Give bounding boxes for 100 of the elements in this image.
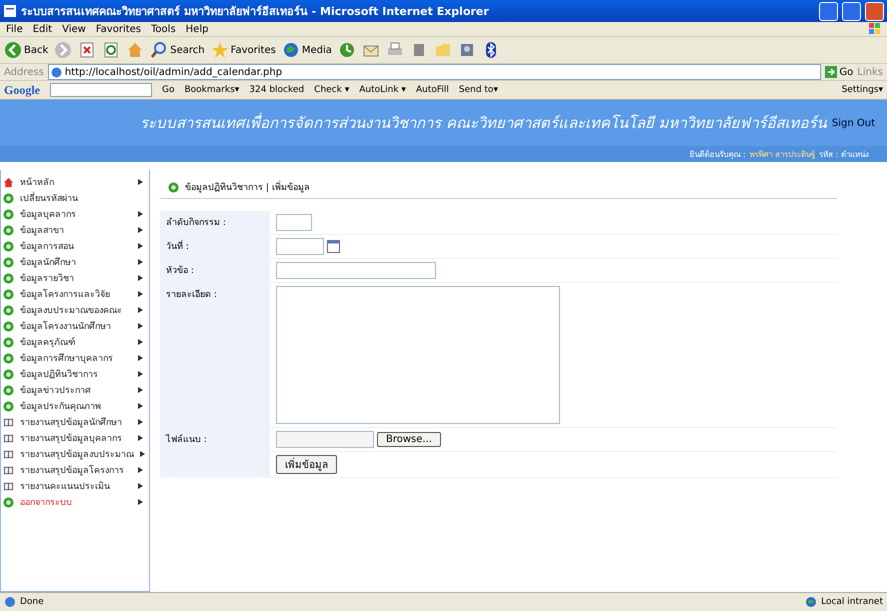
sidebar-item[interactable]: ข้อมูลการสอน: [1, 238, 149, 254]
user-role: รหัส : ตำแหน่ง: [819, 148, 869, 160]
house-icon: [3, 176, 14, 188]
sidebar-item[interactable]: เปลี่ยนรหัสผ่าน: [1, 190, 149, 206]
toolbar-button[interactable]: Back: [4, 41, 48, 59]
sidebar-item[interactable]: ข้อมูลข่าวประกาศ: [1, 382, 149, 398]
date-field[interactable]: [276, 238, 324, 255]
bullet-icon: [3, 384, 14, 396]
bullet-icon: [3, 288, 14, 300]
toolbar-button[interactable]: Media: [282, 41, 332, 59]
bullet-icon: [3, 224, 14, 236]
bullet-icon: [3, 192, 14, 204]
browse-button[interactable]: Browse...: [377, 432, 441, 447]
globe-icon: [805, 596, 818, 608]
toolbar-button[interactable]: Search: [150, 41, 205, 59]
settings-button[interactable]: Settings▾: [842, 85, 883, 95]
google-toolbar-item[interactable]: Bookmarks▾: [184, 85, 240, 95]
windows-flag-icon: [869, 23, 881, 35]
book-icon: [3, 480, 14, 492]
toolbar-icon: [282, 41, 300, 59]
address-label: Address: [4, 66, 44, 78]
status-text: Done: [20, 597, 44, 607]
sidebar-item[interactable]: รายงานสรุปข้อมูลบุคลากร: [1, 430, 149, 446]
sidebar-item[interactable]: ข้อมูลบุคลากร: [1, 206, 149, 222]
system-title: ระบบสารสนเทศเพื่อการจัดการส่วนงานวิชาการ คณะวิทยาศาสตร์และเทคโนโลยี มหาวิทยาลัยฟาร์อีสเทอร์น: [140, 112, 828, 134]
menu-item[interactable]: File: [6, 24, 23, 34]
go-button[interactable]: Go: [825, 66, 854, 78]
menu-item[interactable]: View: [62, 24, 86, 34]
sidebar-item[interactable]: รายงานสรุปข้อมูลนักศึกษา: [1, 414, 149, 430]
sidebar-item[interactable]: ข้อมูลโครงการและวิจัย: [1, 286, 149, 302]
breadcrumb: ข้อมูลปฏิทินวิชาการ | เพิ่มข้อมูล: [185, 180, 310, 194]
bullet-icon: [3, 400, 14, 412]
google-logo: Google: [4, 82, 40, 98]
sign-out-link[interactable]: Sign Out: [832, 118, 875, 128]
bullet-icon: [3, 240, 14, 252]
book-icon: [3, 464, 14, 476]
google-go-button[interactable]: Go: [162, 85, 174, 95]
menu-item[interactable]: Favorites: [96, 24, 142, 34]
book-icon: [3, 448, 14, 460]
field-label: หัวข้อ :: [160, 259, 270, 283]
bullet-icon: [3, 368, 14, 380]
bullet-icon: [3, 256, 14, 268]
text-area[interactable]: [276, 286, 560, 424]
google-toolbar-item[interactable]: AutoLink ▾: [359, 85, 406, 95]
toolbar-button[interactable]: [78, 41, 96, 59]
menu-item[interactable]: Tools: [151, 24, 176, 34]
book-icon: [3, 432, 14, 444]
add-data-button[interactable]: เพิ่มข้อมูล: [276, 455, 337, 474]
sidebar-item[interactable]: ข้อมูลสาขา: [1, 222, 149, 238]
toolbar-icon: [126, 41, 144, 59]
input-field[interactable]: [276, 262, 436, 279]
sidebar-item[interactable]: ออกจากระบบ: [1, 494, 149, 510]
google-toolbar-item[interactable]: 324 blocked: [249, 85, 304, 95]
calendar-icon[interactable]: [327, 240, 340, 253]
field-label: วันที่ :: [160, 235, 270, 259]
restore-button[interactable]: [842, 2, 861, 20]
field-label: ไฟล์แนบ :: [160, 428, 270, 452]
bullet-icon: [3, 304, 14, 316]
toolbar-icon: [434, 41, 452, 59]
google-toolbar-item[interactable]: AutoFill: [416, 85, 449, 95]
user-name: พรพิศา สารประดิษฐ์: [750, 148, 816, 160]
google-toolbar-item[interactable]: Send to▾: [458, 85, 498, 95]
minimize-button[interactable]: [819, 2, 838, 20]
bullet-icon: [3, 208, 14, 220]
file-field[interactable]: [276, 431, 374, 448]
sidebar-item[interactable]: ข้อมูลปฏิทินวิชาการ: [1, 366, 149, 382]
toolbar-icon: [78, 41, 96, 59]
input-field[interactable]: [276, 214, 312, 231]
bullet-icon: [3, 320, 14, 332]
security-zone: Local intranet: [821, 597, 883, 607]
address-field[interactable]: http://localhost/oil/admin/add_calendar.php: [48, 64, 822, 80]
sidebar-item[interactable]: ข้อมูลงบประมาณของคณะ: [1, 302, 149, 318]
sidebar-item[interactable]: ข้อมูลรายวิชา: [1, 270, 149, 286]
toolbar-icon: [54, 41, 72, 59]
sidebar-item[interactable]: หน้าหลัก: [1, 174, 149, 190]
sidebar-item[interactable]: ข้อมูลการศึกษาบุคลากร: [1, 350, 149, 366]
sidebar-item[interactable]: รายงานคะแนนประเมิน: [1, 478, 149, 494]
menu-item[interactable]: Help: [186, 24, 208, 34]
menu-item[interactable]: Edit: [32, 24, 52, 34]
bullet-icon: [3, 496, 14, 508]
sidebar-item[interactable]: รายงานสรุปข้อมูลงบประมาณ: [1, 446, 149, 462]
google-toolbar-item[interactable]: Check ▾: [314, 85, 350, 95]
toolbar-button[interactable]: Favorites: [210, 41, 276, 59]
bullet-icon: [168, 182, 179, 192]
page-icon: [3, 4, 17, 18]
globe-icon: [50, 66, 62, 78]
toolbar-icon: [150, 41, 168, 59]
sidebar-item[interactable]: ข้อมูลประกันคุณภาพ: [1, 398, 149, 414]
sidebar-item[interactable]: รายงานสรุปข้อมูลโครงการ: [1, 462, 149, 478]
page-icon: [4, 596, 16, 608]
field-label: ลำดับกิจกรรม :: [160, 211, 270, 235]
toolbar-button[interactable]: [102, 41, 120, 59]
bullet-icon: [3, 272, 14, 284]
close-button[interactable]: [865, 2, 884, 20]
sidebar-item[interactable]: ข้อมูลครุภัณฑ์: [1, 334, 149, 350]
field-label: รายละเอียด :: [160, 283, 270, 428]
google-search-field[interactable]: [50, 83, 152, 97]
sidebar-item[interactable]: ข้อมูลนักศึกษา: [1, 254, 149, 270]
sidebar-item[interactable]: ข้อมูลโครงงานนักศึกษา: [1, 318, 149, 334]
toolbar-icon: [4, 41, 22, 59]
